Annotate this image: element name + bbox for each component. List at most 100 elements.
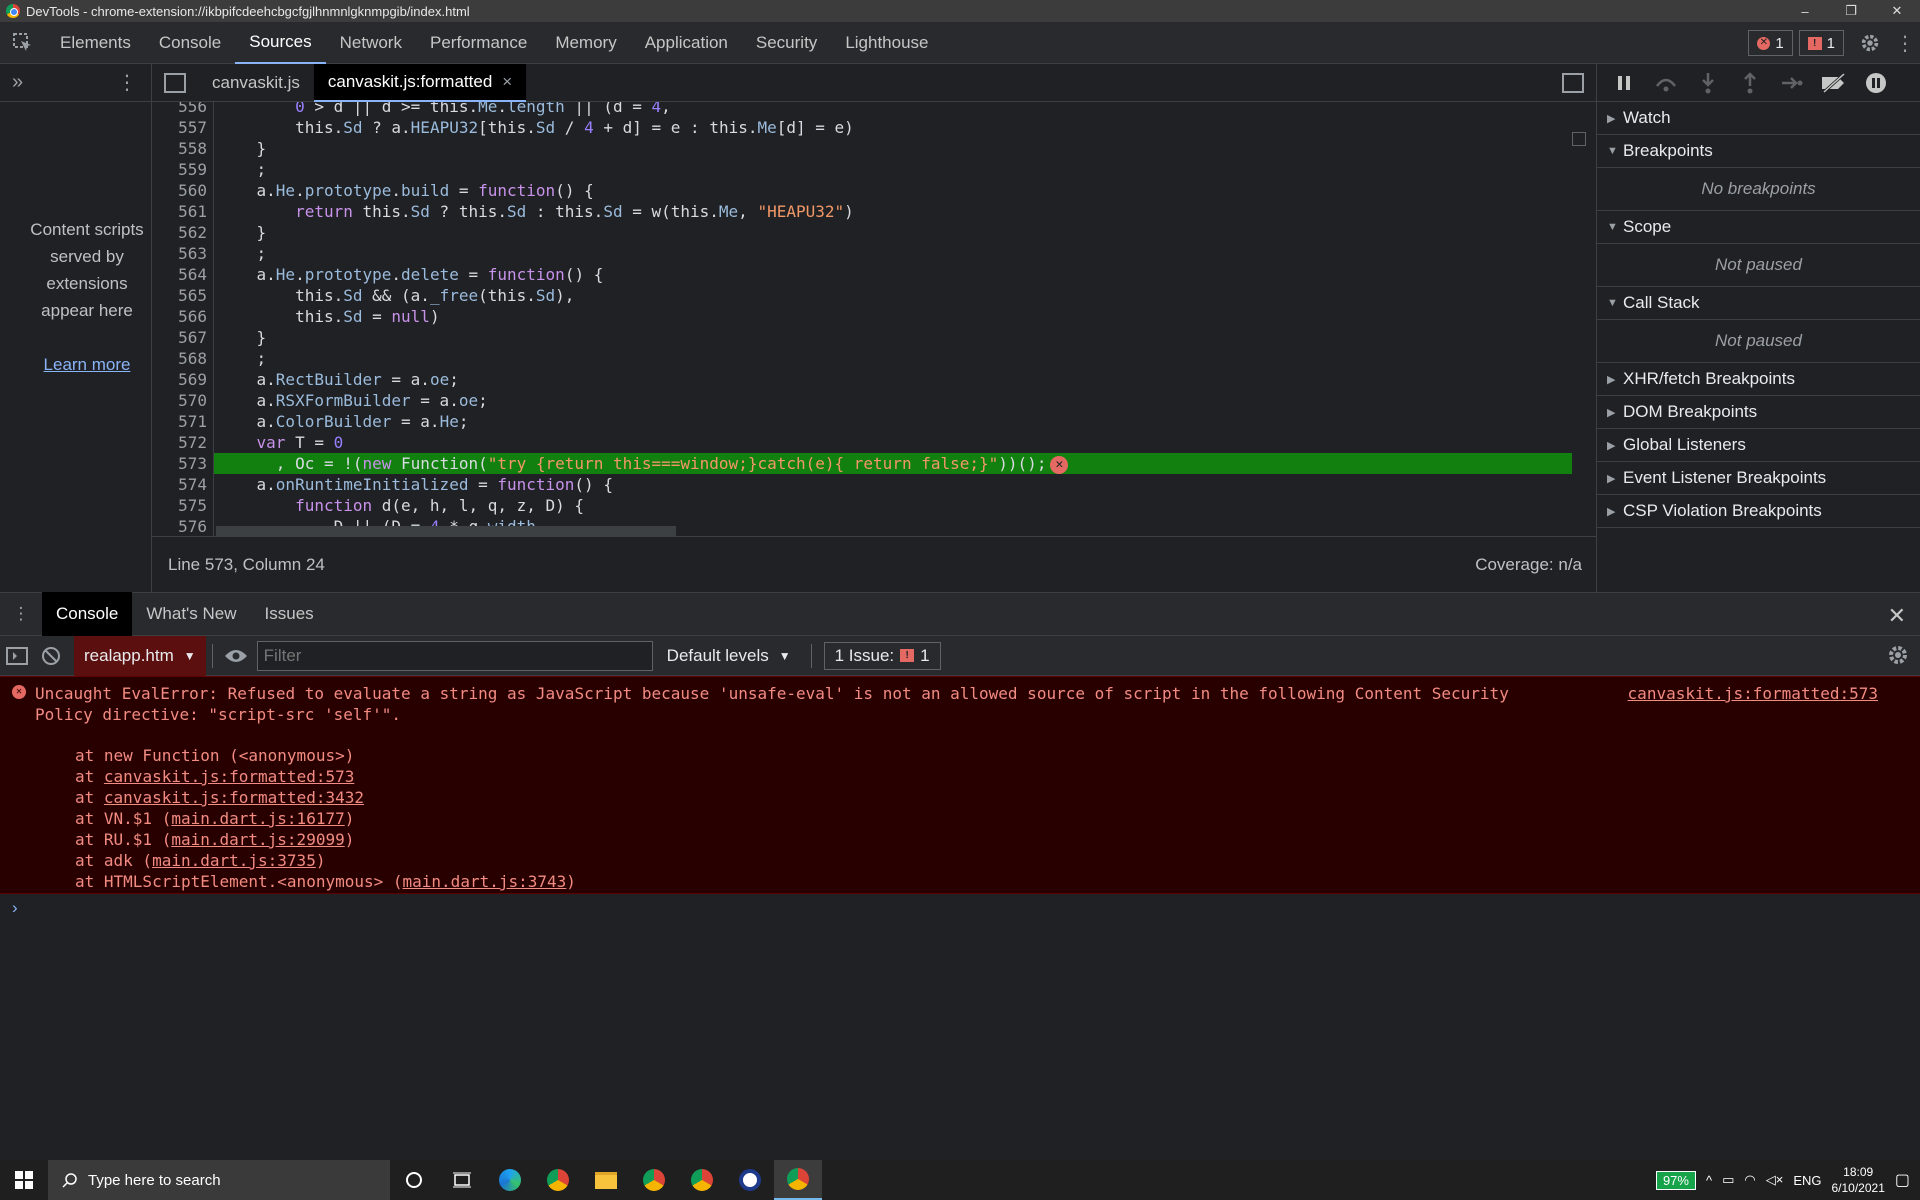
taskbar-edge[interactable] [486, 1160, 534, 1200]
vertical-scrollbar[interactable] [1572, 132, 1586, 146]
notifications-icon[interactable]: ▢ [1895, 1170, 1910, 1190]
line-number[interactable]: 557 [152, 117, 207, 138]
close-tab-icon[interactable]: × [502, 72, 512, 92]
learn-more-link[interactable]: Learn more [28, 351, 146, 378]
inline-error-icon[interactable]: ✕ [1050, 455, 1069, 474]
taskbar-search[interactable]: Type here to search [48, 1160, 390, 1200]
code-line[interactable]: 566 this.Sd = null) [152, 306, 1596, 327]
start-button[interactable] [0, 1160, 48, 1200]
taskbar-chrome-profile-1[interactable] [630, 1160, 678, 1200]
coverage-status[interactable]: Coverage: n/a [1475, 555, 1582, 575]
code-line[interactable]: 558 } [152, 138, 1596, 159]
drawer-tab-console[interactable]: Console [42, 592, 133, 636]
toggle-navigator-button[interactable] [164, 72, 186, 93]
file-tab-canvaskit[interactable]: canvaskit.js [198, 64, 314, 102]
code-line[interactable]: 564 a.He.prototype.delete = function() { [152, 264, 1596, 285]
code-line[interactable]: 565 this.Sd && (a._free(this.Sd), [152, 285, 1596, 306]
pause-on-exceptions-button[interactable] [1861, 68, 1891, 98]
line-number[interactable]: 562 [152, 222, 207, 243]
error-source-link[interactable]: canvaskit.js:formatted:573 [1628, 683, 1878, 704]
code-line[interactable]: 560 a.He.prototype.build = function() { [152, 180, 1596, 201]
code-line[interactable]: 557 this.Sd ? a.HEAPU32[this.Sd / 4 + d]… [152, 117, 1596, 138]
drawer-tab-whats-new[interactable]: What's New [132, 592, 250, 636]
navigator-menu-button[interactable]: ⋮ [117, 70, 137, 95]
error-count-badge[interactable]: ✕ 1 [1748, 30, 1793, 56]
cortana-button[interactable] [390, 1160, 438, 1200]
frame-source-link[interactable]: main.dart.js:29099 [171, 830, 344, 849]
tab-network[interactable]: Network [326, 22, 416, 64]
debugger-section-breakpoints[interactable]: ▼ Breakpoints [1597, 135, 1920, 168]
tab-security[interactable]: Security [742, 22, 831, 64]
inspect-element-button[interactable] [0, 22, 46, 64]
toggle-debugger-button[interactable] [1562, 73, 1584, 93]
debugger-section-csp-violation-breakpoints[interactable]: ▶ CSP Violation Breakpoints [1597, 495, 1920, 528]
log-levels-dropdown[interactable]: Default levels ▼ [653, 646, 805, 666]
battery-indicator[interactable]: 97% [1655, 1170, 1696, 1190]
drawer-tab-issues[interactable]: Issues [251, 592, 328, 636]
code-line[interactable]: 563 ; [152, 243, 1596, 264]
line-number[interactable]: 565 [152, 285, 207, 306]
tab-console[interactable]: Console [145, 22, 235, 64]
debugger-section-watch[interactable]: ▶ Watch [1597, 102, 1920, 135]
frame-source-link[interactable]: canvaskit.js:formatted:3432 [104, 788, 364, 807]
line-number[interactable]: 563 [152, 243, 207, 264]
line-number[interactable]: 569 [152, 369, 207, 390]
code-area[interactable]: 556 0 > d || d >= this.Me.length || (d =… [152, 102, 1596, 536]
code-line[interactable]: 570 a.RSXFormBuilder = a.oe; [152, 390, 1596, 411]
context-selector[interactable]: realapp.htm ▼ [74, 635, 206, 676]
code-line[interactable]: 568 ; [152, 348, 1596, 369]
code-line[interactable]: 571 a.ColorBuilder = a.He; [152, 411, 1596, 432]
line-number[interactable]: 571 [152, 411, 207, 432]
frame-source-link[interactable]: canvaskit.js:formatted:573 [104, 767, 354, 786]
code-line[interactable]: 575 function d(e, h, l, q, z, D) { [152, 495, 1596, 516]
line-number[interactable]: 567 [152, 327, 207, 348]
console-settings-button[interactable] [1886, 643, 1910, 672]
debugger-section-xhr-fetch-breakpoints[interactable]: ▶ XHR/fetch Breakpoints [1597, 363, 1920, 396]
volume-muted-icon[interactable]: ◁× [1766, 1172, 1784, 1188]
task-view-button[interactable] [438, 1160, 486, 1200]
language-indicator[interactable]: ENG [1793, 1173, 1821, 1188]
code-line[interactable]: 569 a.RectBuilder = a.oe; [152, 369, 1596, 390]
horizontal-scrollbar[interactable] [216, 526, 676, 536]
line-number[interactable]: 576 [152, 516, 207, 536]
line-number[interactable]: 570 [152, 390, 207, 411]
console-filter-input[interactable] [256, 640, 653, 671]
code-line[interactable]: 573 , Oc = !(new Function("try {return t… [152, 453, 1596, 474]
tab-application[interactable]: Application [631, 22, 742, 64]
code-line[interactable]: 561 return this.Sd ? this.Sd : this.Sd =… [152, 201, 1596, 222]
tab-memory[interactable]: Memory [541, 22, 630, 64]
frame-source-link[interactable]: main.dart.js:3735 [152, 851, 316, 870]
debugger-section-scope[interactable]: ▼ Scope [1597, 211, 1920, 244]
console-prompt[interactable]: › [12, 898, 18, 918]
debugger-section-dom-breakpoints[interactable]: ▶ DOM Breakpoints [1597, 396, 1920, 429]
code-line[interactable]: 556 0 > d || d >= this.Me.length || (d =… [152, 102, 1596, 117]
step-out-button[interactable] [1735, 68, 1765, 98]
restore-button[interactable]: ❐ [1828, 0, 1874, 22]
line-number[interactable]: 574 [152, 474, 207, 495]
show-sidebar-button[interactable] [0, 636, 34, 676]
battery-icon[interactable]: ▭ [1722, 1172, 1734, 1188]
taskbar-chrome-profile-2[interactable] [678, 1160, 726, 1200]
step-over-button[interactable] [1651, 68, 1681, 98]
show-hidden-icons-chevron-icon[interactable]: ^ [1706, 1173, 1712, 1188]
minimize-button[interactable]: – [1782, 0, 1828, 22]
code-line[interactable]: 567 } [152, 327, 1596, 348]
file-tab-canvaskit-formatted[interactable]: canvaskit.js:formatted × [313, 63, 527, 102]
close-drawer-icon[interactable]: ✕ [1888, 603, 1906, 629]
deactivate-breakpoints-button[interactable] [1819, 68, 1849, 98]
line-number[interactable]: 559 [152, 159, 207, 180]
step-into-button[interactable] [1693, 68, 1723, 98]
step-button[interactable] [1777, 68, 1807, 98]
line-number[interactable]: 575 [152, 495, 207, 516]
code-line[interactable]: 572 var T = 0 [152, 432, 1596, 453]
taskbar-app[interactable] [726, 1160, 774, 1200]
taskbar-file-explorer[interactable] [582, 1160, 630, 1200]
code-line[interactable]: 574 a.onRuntimeInitialized = function() … [152, 474, 1596, 495]
line-number[interactable]: 556 [152, 102, 207, 117]
line-number[interactable]: 573 [152, 453, 207, 474]
close-window-button[interactable]: ✕ [1874, 0, 1920, 22]
taskbar-chrome-devtools[interactable] [774, 1160, 822, 1200]
live-expression-button[interactable] [219, 636, 253, 676]
line-number[interactable]: 566 [152, 306, 207, 327]
taskbar-chrome[interactable] [534, 1160, 582, 1200]
